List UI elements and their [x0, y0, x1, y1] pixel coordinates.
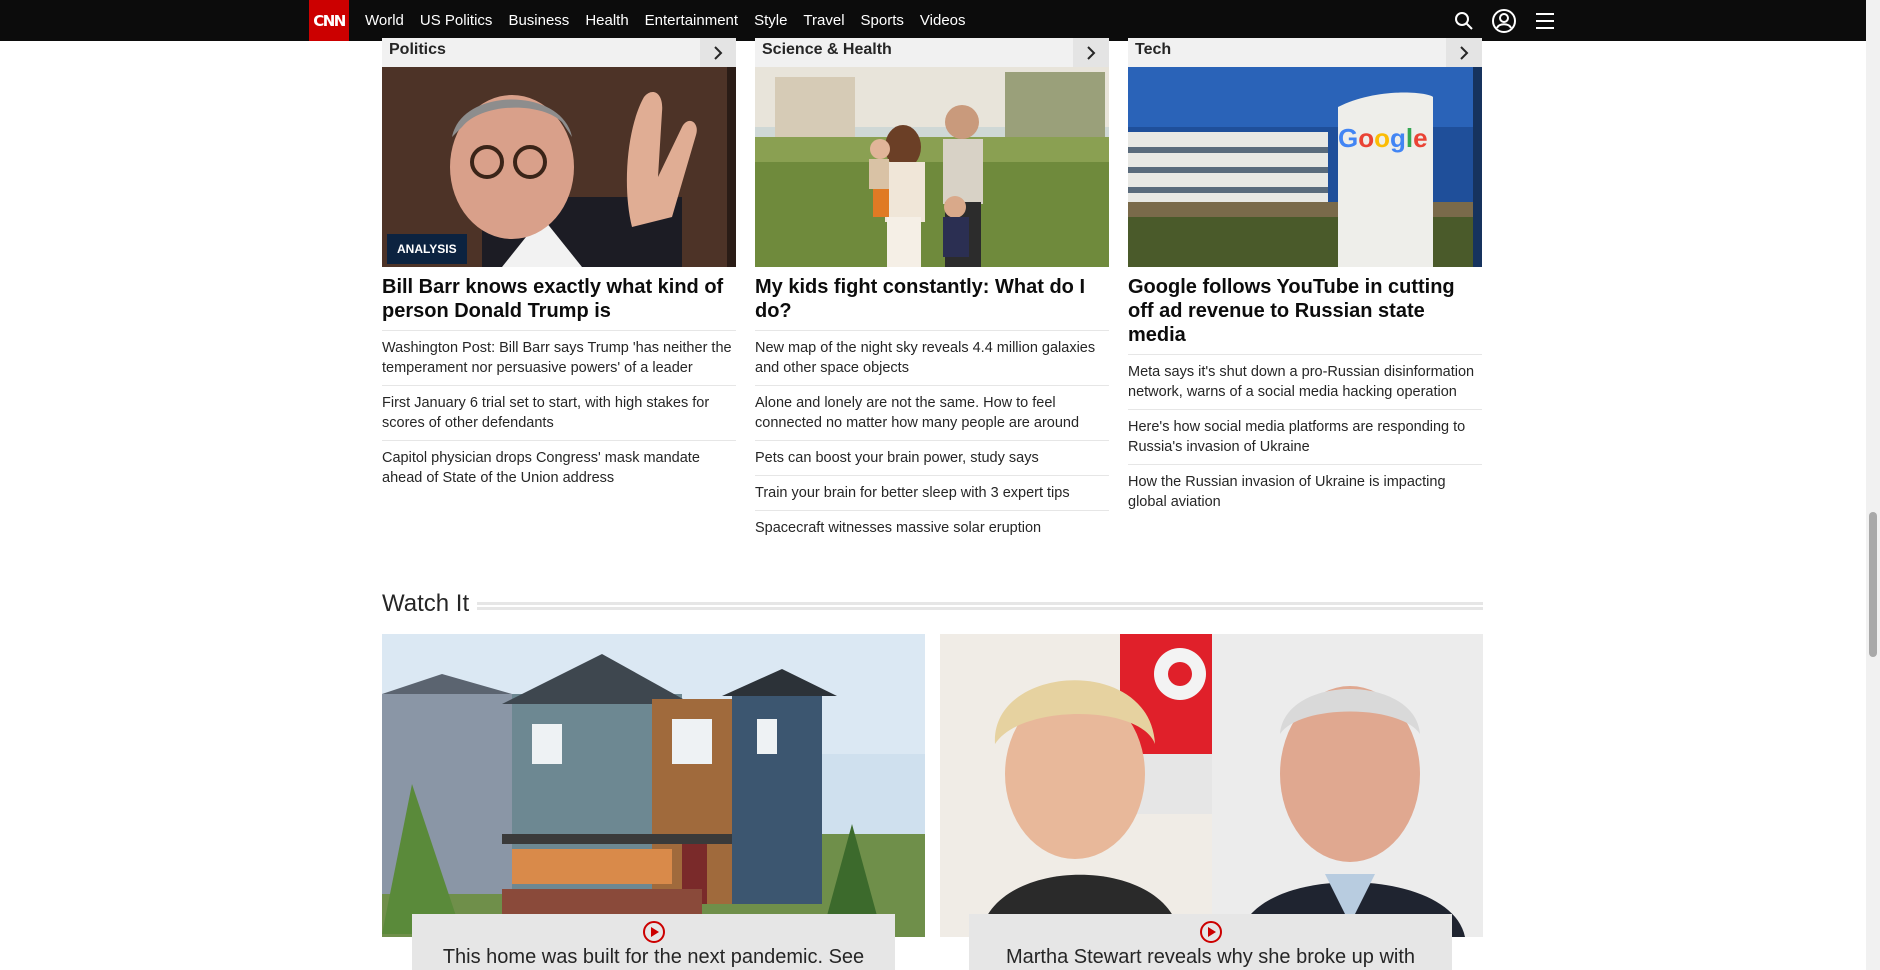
list-item[interactable]: Alone and lonely are not the same. How t… — [755, 386, 1109, 441]
list-item[interactable]: New map of the night sky reveals 4.4 mil… — [755, 331, 1109, 386]
video-caption[interactable]: This home was built for the next pandemi… — [412, 914, 895, 970]
play-icon[interactable] — [1199, 920, 1223, 944]
nav-links: World US Politics Business Health Entert… — [365, 0, 982, 41]
story-image[interactable] — [755, 67, 1109, 267]
story-headline[interactable]: Bill Barr knows exactly what kind of per… — [382, 275, 736, 331]
list-item[interactable]: Pets can boost your brain power, study s… — [755, 441, 1109, 476]
list-item[interactable]: Here's how social media platforms are re… — [1128, 410, 1482, 465]
section-header[interactable]: Science & Health — [755, 38, 1109, 67]
list-item[interactable]: Capitol physician drops Congress' mask m… — [382, 441, 736, 495]
play-icon[interactable] — [642, 920, 666, 944]
watch-it-heading: Watch It — [382, 590, 470, 617]
section-header[interactable]: Tech — [1128, 38, 1482, 67]
section-science-health: Science & Health My kids fight constantl… — [755, 38, 1109, 545]
story-list: Meta says it's shut down a pro-Russian d… — [1128, 355, 1482, 519]
nav-link-travel[interactable]: Travel — [803, 12, 844, 29]
chevron-right-icon[interactable] — [1446, 38, 1482, 67]
list-item[interactable]: How the Russian invasion of Ukraine is i… — [1128, 465, 1482, 519]
section-title[interactable]: Tech — [1135, 41, 1171, 59]
story-image[interactable]: ANALYSIS — [382, 67, 736, 267]
nav-link-us-politics[interactable]: US Politics — [420, 12, 493, 29]
scrollbar-thumb[interactable] — [1869, 512, 1877, 657]
nav-link-sports[interactable]: Sports — [861, 12, 904, 29]
video-caption-text[interactable]: This home was built for the next pandemi… — [412, 946, 895, 969]
nav-link-style[interactable]: Style — [754, 12, 787, 29]
list-item[interactable]: Spacecraft witnesses massive solar erupt… — [755, 511, 1109, 545]
analysis-badge: ANALYSIS — [387, 234, 467, 264]
list-item[interactable]: First January 6 trial set to start, with… — [382, 386, 736, 441]
account-icon[interactable] — [1492, 9, 1516, 33]
google-sign-text: Google — [1338, 123, 1428, 153]
story-headline[interactable]: My kids fight constantly: What do I do? — [755, 275, 1109, 331]
section-header[interactable]: Politics — [382, 38, 736, 67]
menu-icon[interactable] — [1533, 9, 1557, 33]
page-scrollbar[interactable] — [1866, 0, 1880, 970]
section-title[interactable]: Science & Health — [762, 41, 892, 59]
section-tech: Tech Google Google follows YouTube in cu… — [1128, 38, 1482, 519]
story-headline[interactable]: Google follows YouTube in cutting off ad… — [1128, 275, 1482, 355]
nav-link-entertainment[interactable]: Entertainment — [645, 12, 738, 29]
video-caption-text[interactable]: Martha Stewart reveals why she broke up … — [969, 946, 1452, 969]
list-item[interactable]: Washington Post: Bill Barr says Trump 'h… — [382, 331, 736, 386]
nav-link-world[interactable]: World — [365, 12, 404, 29]
nav-link-videos[interactable]: Videos — [920, 12, 966, 29]
video-thumbnail[interactable] — [382, 634, 925, 937]
story-list: Washington Post: Bill Barr says Trump 'h… — [382, 331, 736, 495]
nav-link-health[interactable]: Health — [585, 12, 628, 29]
chevron-right-icon[interactable] — [1073, 38, 1109, 67]
video-thumbnail[interactable] — [940, 634, 1483, 937]
top-navigation: CNN World US Politics Business Health En… — [0, 0, 1866, 41]
story-image[interactable]: Google — [1128, 67, 1482, 267]
video-caption[interactable]: Martha Stewart reveals why she broke up … — [969, 914, 1452, 970]
section-title[interactable]: Politics — [389, 41, 446, 59]
list-item[interactable]: Meta says it's shut down a pro-Russian d… — [1128, 355, 1482, 410]
section-divider — [477, 602, 1483, 610]
chevron-right-icon[interactable] — [700, 38, 736, 67]
nav-link-business[interactable]: Business — [508, 12, 569, 29]
story-list: New map of the night sky reveals 4.4 mil… — [755, 331, 1109, 545]
cnn-logo[interactable]: CNN — [309, 0, 349, 41]
search-icon[interactable] — [1452, 9, 1476, 33]
section-politics: Politics ANALYSIS Bill Barr knows exactl… — [382, 38, 736, 495]
list-item[interactable]: Train your brain for better sleep with 3… — [755, 476, 1109, 511]
